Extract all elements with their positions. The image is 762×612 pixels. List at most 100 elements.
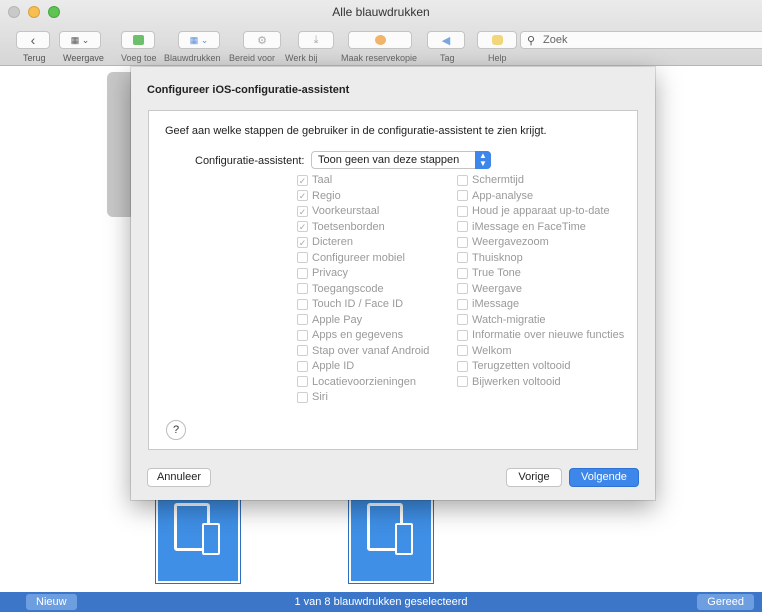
checkbox-unchecked[interactable] <box>297 283 308 294</box>
option-right-7[interactable]: Weergave <box>457 282 522 296</box>
view-toolbar-button[interactable]: ▦ ⌄ <box>59 31 101 49</box>
checkbox-unchecked[interactable] <box>457 174 468 186</box>
option-right-0[interactable]: Schermtijd <box>457 173 524 187</box>
option-label: Informatie over nieuwe functies <box>472 329 625 341</box>
cancel-button[interactable]: Annuleer <box>147 468 211 487</box>
option-right-5[interactable]: Thuisknop <box>457 251 523 265</box>
help-icon <box>491 35 503 45</box>
option-left-6[interactable]: Privacy <box>297 266 348 280</box>
option-label: Terugzetten voltooid <box>472 360 571 372</box>
blueprint-tile[interactable] <box>348 492 434 584</box>
option-right-10[interactable]: Informatie over nieuwe functies <box>457 328 624 342</box>
checkbox-checked[interactable]: ✓ <box>297 174 308 186</box>
toolbar-label-backup: Maak reservekopie <box>341 53 418 63</box>
toolbar-label-tag: Tag <box>440 53 455 63</box>
add-toolbar-button[interactable] <box>121 31 155 49</box>
blueprint-tile[interactable] <box>155 492 241 584</box>
option-left-11[interactable]: Stap over vanaf Android <box>297 344 429 358</box>
blueprints-toolbar-button[interactable]: ▦ ⌄ <box>178 31 220 49</box>
checkbox-unchecked[interactable] <box>457 360 468 372</box>
checkbox-unchecked[interactable] <box>297 252 308 263</box>
checkbox-unchecked[interactable] <box>457 267 468 279</box>
option-right-8[interactable]: iMessage <box>457 297 519 311</box>
checkbox-unchecked[interactable] <box>297 345 308 356</box>
update-icon: ⤓ <box>313 33 319 46</box>
option-right-6[interactable]: True Tone <box>457 266 521 280</box>
backup-toolbar-button[interactable] <box>348 31 412 49</box>
prepare-toolbar-button[interactable]: ⚙ <box>243 31 281 49</box>
option-label: Locatievoorzieningen <box>312 375 416 388</box>
option-left-5[interactable]: Configureer mobiel <box>297 251 405 265</box>
option-label: Welkom <box>472 344 512 357</box>
option-right-9[interactable]: Watch-migratie <box>457 313 546 327</box>
option-label: Apple ID <box>312 360 355 372</box>
checkbox-unchecked[interactable] <box>457 314 468 325</box>
back-toolbar-button[interactable]: ‹ <box>16 31 50 49</box>
checkbox-unchecked[interactable] <box>457 329 468 341</box>
checkbox-unchecked[interactable] <box>457 205 468 217</box>
checkbox-unchecked[interactable] <box>297 391 308 403</box>
option-left-13[interactable]: Locatievoorzieningen <box>297 375 416 389</box>
option-left-7[interactable]: Toegangscode <box>297 282 384 296</box>
option-label: iMessage en FaceTime <box>472 220 586 233</box>
option-label: Bijwerken voltooid <box>472 375 561 388</box>
checkbox-unchecked[interactable] <box>297 314 308 325</box>
prepare-icon: ⚙ <box>257 34 267 47</box>
next-button[interactable]: Volgende <box>569 468 639 487</box>
iphone-icon <box>202 523 220 555</box>
option-right-11[interactable]: Welkom <box>457 344 512 358</box>
option-right-2[interactable]: Houd je apparaat up-to-date <box>457 204 610 218</box>
checkbox-unchecked[interactable] <box>457 252 468 263</box>
option-label: Taal <box>312 174 333 186</box>
option-label: Schermtijd <box>472 174 524 186</box>
checkbox-unchecked[interactable] <box>297 360 308 372</box>
checkbox-unchecked[interactable] <box>457 298 468 310</box>
checkbox-unchecked[interactable] <box>457 345 468 356</box>
window-title: Alle blauwdrukken <box>332 5 430 19</box>
option-right-13[interactable]: Bijwerken voltooid <box>457 375 561 389</box>
add-icon <box>132 35 144 45</box>
checkbox-checked[interactable]: ✓ <box>297 236 308 248</box>
update-toolbar-button[interactable]: ⤓ <box>298 31 334 49</box>
checkbox-unchecked[interactable] <box>297 376 308 387</box>
option-left-4[interactable]: ✓ Dicteren <box>297 235 353 249</box>
option-right-12[interactable]: Terugzetten voltooid <box>457 359 570 373</box>
checkbox-unchecked[interactable] <box>457 283 468 294</box>
checkbox-unchecked[interactable] <box>297 329 308 341</box>
sheet-title: Configureer iOS-configuratie-assistent <box>147 84 350 96</box>
option-right-4[interactable]: Weergavezoom <box>457 235 549 249</box>
assistant-popup-button[interactable]: Toon geen van deze stappen ▲ ▼ <box>311 151 491 169</box>
checkbox-checked[interactable]: ✓ <box>297 221 308 232</box>
checkbox-unchecked[interactable] <box>297 298 308 310</box>
previous-button[interactable]: Vorige <box>506 468 562 487</box>
option-left-12[interactable]: Apple ID <box>297 359 354 373</box>
option-left-10[interactable]: Apps en gegevens <box>297 328 403 342</box>
checkbox-unchecked[interactable] <box>457 190 468 201</box>
options-panel: Geef aan welke stappen de gebruiker in d… <box>148 110 638 450</box>
checkbox-unchecked[interactable] <box>457 236 468 248</box>
option-left-3[interactable]: ✓ Toetsenborden <box>297 220 385 234</box>
done-button[interactable]: Gereed <box>697 594 754 610</box>
option-left-14[interactable]: Siri <box>297 390 328 404</box>
option-label: Apple Pay <box>312 313 363 326</box>
option-label: Configureer mobiel <box>312 251 405 264</box>
checkbox-unchecked[interactable] <box>457 221 468 232</box>
search-icon: ⚲ <box>527 35 536 47</box>
checkbox-checked[interactable]: ✓ <box>297 205 308 217</box>
tag-toolbar-button[interactable]: ◀ <box>427 31 465 49</box>
help-toolbar-button[interactable] <box>477 31 517 49</box>
option-left-1[interactable]: ✓ Regio <box>297 189 341 203</box>
option-left-9[interactable]: Apple Pay <box>297 313 362 327</box>
option-right-3[interactable]: iMessage en FaceTime <box>457 220 586 234</box>
help-button[interactable]: ? <box>166 420 186 440</box>
search-input[interactable]: ⚲ Zoek <box>520 31 762 49</box>
checkbox-unchecked[interactable] <box>457 376 468 387</box>
option-label: Watch-migratie <box>472 313 546 326</box>
checkbox-checked[interactable]: ✓ <box>297 190 308 201</box>
checkbox-unchecked[interactable] <box>297 267 308 279</box>
option-right-1[interactable]: App-analyse <box>457 189 533 203</box>
option-left-2[interactable]: ✓ Voorkeurstaal <box>297 204 379 218</box>
assistant-popup-value: Toon geen van deze stappen <box>318 154 460 166</box>
option-left-8[interactable]: Touch ID / Face ID <box>297 297 403 311</box>
option-left-0[interactable]: ✓ Taal <box>297 173 332 187</box>
